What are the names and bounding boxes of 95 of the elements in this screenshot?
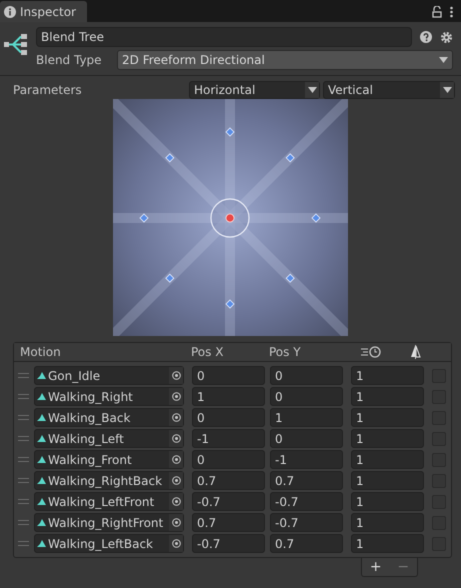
animation-clip-icon <box>37 518 47 526</box>
drag-handle-icon[interactable] <box>18 457 29 462</box>
speed-field[interactable]: 1 <box>351 513 424 532</box>
speed-field[interactable]: 1 <box>351 408 424 427</box>
pos-y-field[interactable]: 0.7 <box>270 471 343 490</box>
info-icon <box>4 6 16 18</box>
name-field[interactable]: Blend Tree <box>36 27 412 47</box>
column-header: Pos X <box>191 344 224 361</box>
object-picker-button[interactable] <box>169 409 183 426</box>
motion-field[interactable]: Walking_Left <box>34 429 184 448</box>
pos-y-field[interactable]: 0 <box>270 387 343 406</box>
blend-tree-icon <box>4 32 28 56</box>
blend-type-label: Blend Type <box>36 52 103 69</box>
add-button[interactable]: + <box>366 560 386 574</box>
animation-clip-icon <box>37 372 47 380</box>
pos-y-field[interactable]: 0 <box>270 366 343 385</box>
pos-x-field[interactable]: 0.7 <box>192 471 265 490</box>
pos-x-field[interactable]: 0 <box>192 408 265 427</box>
pos-x-field[interactable]: -0.7 <box>192 534 265 553</box>
more-options-icon[interactable] <box>450 6 453 18</box>
speed-field[interactable]: 1 <box>351 492 424 511</box>
speed-field[interactable]: 1 <box>351 471 424 490</box>
motion-field[interactable]: Walking_RightFront <box>34 513 184 532</box>
motion-field[interactable]: Walking_LeftFront <box>34 492 184 511</box>
speed-field[interactable]: 1 <box>351 387 424 406</box>
speed-field[interactable]: 1 <box>351 534 424 553</box>
target-icon <box>172 371 180 380</box>
speed-clock-icon <box>361 346 382 358</box>
column-header: Pos Y <box>269 344 302 361</box>
object-picker-button[interactable] <box>169 388 183 405</box>
object-picker-button[interactable] <box>169 493 183 510</box>
caret-icon <box>308 86 316 92</box>
speed-field[interactable]: 1 <box>351 450 424 469</box>
object-picker-button[interactable] <box>169 514 183 531</box>
object-picker-button[interactable] <box>169 367 183 384</box>
horizontal-parameter-dropdown[interactable]: Horizontal <box>189 80 320 98</box>
pos-x-field[interactable]: 1 <box>192 387 265 406</box>
drag-handle-icon[interactable] <box>18 520 29 525</box>
motion-field[interactable]: Walking_Front <box>34 450 184 469</box>
inspector-tab[interactable]: Inspector <box>0 1 87 22</box>
target-icon <box>172 413 180 422</box>
motion-field[interactable]: Walking_Right <box>34 387 184 406</box>
pos-x-field[interactable]: -1 <box>192 429 265 448</box>
column-header: Motion <box>20 344 62 361</box>
object-picker-button[interactable] <box>169 535 183 552</box>
animation-clip-icon <box>37 476 47 484</box>
pos-y-field[interactable]: 1 <box>270 408 343 427</box>
motion-field[interactable]: Walking_LeftBack <box>34 534 184 553</box>
pos-x-field[interactable]: -0.7 <box>192 492 265 511</box>
animation-clip-icon <box>37 414 47 422</box>
mirror-icon <box>410 345 421 359</box>
drag-handle-icon[interactable] <box>18 373 29 378</box>
target-icon <box>172 518 180 527</box>
caret-icon <box>439 57 448 63</box>
pos-y-field[interactable]: -0.7 <box>270 513 343 532</box>
pos-y-field[interactable]: 0 <box>270 429 343 448</box>
pos-y-field[interactable]: 0.7 <box>270 534 343 553</box>
pos-x-field[interactable]: 0 <box>192 450 265 469</box>
animation-clip-icon <box>37 540 47 548</box>
pos-x-field[interactable]: 0.7 <box>192 513 265 532</box>
target-icon <box>172 497 180 506</box>
help-icon[interactable] <box>420 31 432 43</box>
target-icon <box>172 434 180 443</box>
lock-icon[interactable] <box>432 6 442 18</box>
animation-clip-icon <box>37 456 47 464</box>
drag-handle-icon[interactable] <box>18 499 29 504</box>
object-picker-button[interactable] <box>169 430 183 447</box>
animation-clip-icon <box>37 434 47 442</box>
target-icon <box>172 392 180 401</box>
vertical-parameter-dropdown[interactable]: Vertical <box>323 80 455 98</box>
blend-type-dropdown[interactable]: 2D Freeform Directional <box>117 50 453 70</box>
target-icon <box>172 455 180 464</box>
drag-handle-icon[interactable] <box>18 436 29 441</box>
object-picker-button[interactable] <box>169 451 183 468</box>
drag-handle-icon[interactable] <box>18 541 29 546</box>
motion-field[interactable]: Walking_Back <box>34 408 184 427</box>
pos-x-field[interactable]: 0 <box>192 366 265 385</box>
drag-handle-icon[interactable] <box>18 394 29 399</box>
speed-field[interactable]: 1 <box>351 429 424 448</box>
pos-y-field[interactable]: -1 <box>270 450 343 469</box>
parameters-label: Parameters <box>13 82 83 98</box>
animation-clip-icon <box>37 392 47 400</box>
drag-handle-icon[interactable] <box>18 478 29 483</box>
animation-clip-icon <box>37 498 47 506</box>
pos-y-field[interactable]: -0.7 <box>270 492 343 511</box>
blend-space-diagram[interactable] <box>112 99 348 336</box>
target-icon <box>172 539 180 548</box>
object-picker-button[interactable] <box>169 472 183 489</box>
settings-icon[interactable] <box>440 30 453 44</box>
target-icon <box>172 476 180 485</box>
caret-icon <box>442 86 452 92</box>
motion-field[interactable]: Gon_Idle <box>34 366 184 385</box>
motion-field[interactable]: Walking_RightBack <box>34 471 184 490</box>
speed-field[interactable]: 1 <box>351 366 424 385</box>
drag-handle-icon[interactable] <box>18 415 29 420</box>
